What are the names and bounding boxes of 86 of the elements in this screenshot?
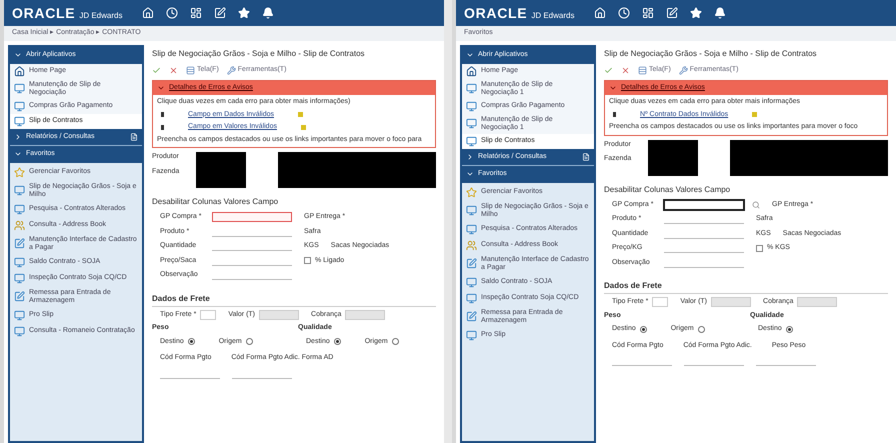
clock-icon[interactable] — [166, 7, 178, 19]
monitor-icon — [14, 310, 25, 320]
radio-button[interactable] — [334, 338, 341, 346]
monitor-icon — [14, 326, 25, 336]
edit-icon — [466, 311, 477, 322]
edit-icon — [466, 258, 477, 269]
edit-icon — [14, 238, 25, 249]
redaction-block — [196, 152, 246, 188]
monitor-icon — [14, 185, 25, 196]
star-icon — [14, 166, 25, 178]
monitor-icon — [14, 116, 25, 126]
clock-icon[interactable] — [618, 7, 630, 19]
edit-icon[interactable] — [666, 7, 678, 19]
chevron-icon[interactable] — [14, 132, 22, 141]
logo-product: JD Edwards — [79, 10, 122, 22]
monitor-icon — [14, 100, 25, 112]
star-icon[interactable] — [690, 7, 702, 19]
edit-icon[interactable] — [214, 7, 226, 19]
input-field[interactable] — [664, 200, 744, 210]
monitor-icon — [466, 205, 477, 216]
cancel-button[interactable] — [621, 66, 630, 75]
warning-icon — [298, 112, 303, 118]
monitor-icon — [466, 292, 477, 304]
radio-button[interactable] — [698, 326, 705, 333]
home-icon[interactable] — [142, 7, 154, 19]
monitor-icon — [466, 276, 477, 288]
radio-button[interactable] — [392, 338, 399, 346]
star-icon — [466, 186, 477, 198]
section-title: Dados de Frete — [604, 280, 888, 294]
bell-icon[interactable] — [262, 7, 274, 19]
wrench-icon — [226, 66, 236, 75]
input-field[interactable] — [212, 212, 292, 222]
radio-button[interactable] — [786, 326, 793, 333]
checkbox[interactable] — [304, 257, 311, 264]
radio-button[interactable] — [188, 338, 195, 346]
bullet-icon — [161, 112, 164, 118]
cancel-button[interactable] — [169, 66, 178, 75]
warning-icon — [300, 124, 306, 130]
home-icon — [14, 66, 25, 76]
people-icon — [14, 220, 25, 230]
bullet-icon — [613, 112, 616, 118]
monitor-icon — [14, 272, 25, 284]
logo-product: JD Edwards — [531, 10, 574, 22]
monitor-icon — [14, 83, 25, 94]
rows-icon — [638, 66, 647, 75]
form-title: Slip de Negociação Grãos - Soja e Milho - Slip de Contratos — [604, 48, 818, 60]
monitor-icon — [466, 224, 477, 234]
home-icon — [466, 66, 477, 76]
redaction-block — [648, 140, 698, 176]
logo-brand: ORACLE — [464, 4, 528, 22]
check-icon — [604, 66, 613, 75]
logo-brand: ORACLE — [12, 4, 76, 22]
checkbox[interactable] — [756, 244, 763, 252]
monitor-icon — [14, 204, 25, 214]
rows-icon — [186, 66, 195, 75]
people-icon — [466, 240, 477, 250]
chevron-icon[interactable] — [466, 152, 474, 161]
close-icon — [169, 66, 178, 75]
wrench-icon — [678, 66, 688, 75]
ok-button[interactable] — [152, 66, 161, 75]
document-icon[interactable] — [582, 152, 590, 161]
section-title: Dados de Frete — [152, 292, 436, 306]
monitor-icon — [466, 136, 477, 146]
ok-button[interactable] — [604, 66, 613, 75]
radio-button[interactable] — [246, 338, 253, 346]
check-icon — [152, 66, 161, 75]
edit-icon — [14, 291, 25, 302]
document-icon[interactable] — [130, 132, 138, 141]
warning-icon — [752, 112, 758, 118]
radio-button[interactable] — [640, 326, 647, 333]
dashboard-icon[interactable] — [642, 7, 654, 19]
bullet-icon — [161, 124, 164, 130]
search-icon[interactable] — [752, 200, 760, 209]
section-title: Desabilitar Colunas Valores Campo — [152, 196, 280, 208]
star-icon[interactable] — [238, 7, 250, 19]
close-icon — [621, 66, 630, 75]
form-title: Slip de Negociação Grãos - Soja e Milho - Slip de Contratos — [152, 48, 366, 60]
monitor-icon — [466, 83, 477, 94]
monitor-icon — [466, 330, 477, 340]
bell-icon[interactable] — [714, 7, 726, 19]
home-icon[interactable] — [594, 7, 606, 19]
monitor-icon — [466, 118, 477, 129]
section-title: Desabilitar Colunas Valores Campo — [604, 184, 732, 196]
monitor-icon — [466, 100, 477, 112]
monitor-icon — [14, 256, 25, 268]
dashboard-icon[interactable] — [190, 7, 202, 19]
